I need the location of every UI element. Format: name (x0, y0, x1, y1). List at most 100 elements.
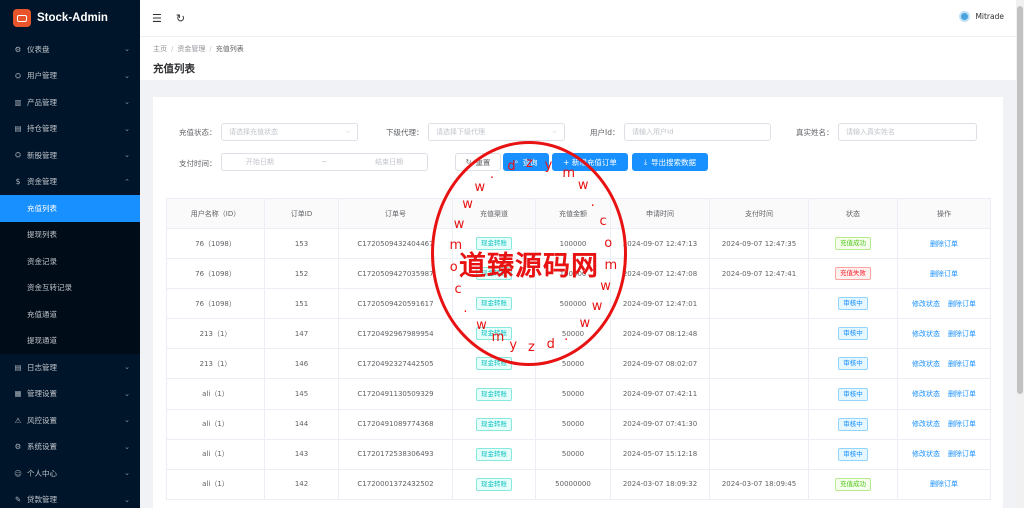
sidebar-item-chart[interactable]: ▥ 产品管理 ⌄ (0, 89, 140, 116)
search-button[interactable]: ⌕ 查询 (503, 153, 549, 171)
scrollbar-thumb[interactable] (1017, 6, 1023, 394)
sidebar-item-loan[interactable]: ✎ 贷款管理 ⌄ (0, 487, 140, 508)
export-button[interactable]: ⤓ 导出搜索数据 (632, 153, 708, 171)
realname-input[interactable]: 请输入真实姓名 (838, 123, 977, 141)
sidebar-item-dashboard[interactable]: ⚙ 仪表盘 ⌄ (0, 36, 140, 63)
order-id-cell: 152 (264, 258, 339, 290)
order-id-cell: 146 (264, 348, 339, 380)
delete-order-link[interactable]: 删除订单 (948, 330, 976, 338)
actions-cell: 删除订单 (897, 258, 991, 290)
breadcrumb-funds[interactable]: 资金管理 (177, 45, 205, 53)
end-date-placeholder: 结束日期 (375, 158, 404, 166)
user-cell: ali（1） (166, 378, 265, 410)
apply-time-cell: 2024-03-07 18:09:32 (610, 468, 710, 500)
channel-cell: 现金转账 (452, 468, 536, 500)
pay-time-cell (709, 348, 809, 380)
actions-cell: 修改状态 删除订单 (897, 378, 991, 410)
column-header: 充值渠道 (452, 198, 536, 229)
add-recharge-order-button[interactable]: + 新增充值订单 (552, 153, 628, 171)
channel-cell: 现金转账 (452, 408, 536, 440)
delete-order-link[interactable]: 删除订单 (930, 240, 958, 248)
user-cell: 213（1） (166, 318, 265, 350)
sidebar-subitem[interactable]: 资金记录 (0, 248, 140, 275)
sidebar-menu: ⚙ 仪表盘 ⌄ ⛭ 用户管理 ⌄ ▥ 产品管理 ⌄ ▤ 持仓管理 ⌄ ⛭ 新股管理 ⌄ $ 资金管理 ⌃ 充值列表提… (0, 36, 140, 508)
delete-order-link[interactable]: 删除订单 (948, 390, 976, 398)
sidebar-item-risk[interactable]: ⚠ 风控设置 ⌄ (0, 407, 140, 434)
search-button-label: 查询 (522, 157, 538, 167)
sidebar-item-money[interactable]: $ 资金管理 ⌃ (0, 169, 140, 196)
edit-status-link[interactable]: 修改状态 (912, 360, 940, 368)
delete-order-link[interactable]: 删除订单 (948, 360, 976, 368)
status-badge: 充值失败 (835, 267, 871, 281)
channel-tag: 现金转账 (476, 267, 512, 281)
breadcrumb-separator: / (209, 45, 212, 53)
edit-status-link[interactable]: 修改状态 (912, 300, 940, 308)
agent-select[interactable]: 请选择下级代理 ⌵ (428, 123, 565, 141)
order-id-cell: 144 (264, 408, 339, 440)
holding-icon: ▤ (14, 124, 22, 134)
delete-order-link[interactable]: 删除订单 (948, 420, 976, 428)
apply-time-cell: 2024-09-07 12:47:13 (610, 227, 710, 260)
status-select[interactable]: 请选择充值状态 ⌵ (221, 123, 358, 141)
userid-input[interactable]: 请输入用户Id (624, 123, 771, 141)
pay-time-cell (709, 438, 809, 470)
status-cell: 审核中 (808, 288, 898, 320)
sidebar-item-label: 风控设置 (27, 415, 57, 425)
dashboard-icon: ⚙ (14, 44, 22, 54)
sidebar-subitem[interactable]: 充值列表 (0, 195, 140, 222)
sidebar-item-holding[interactable]: ▤ 持仓管理 ⌄ (0, 116, 140, 143)
amount-cell: 100000 (535, 258, 611, 290)
channel-cell: 现金转账 (452, 318, 536, 350)
channel-tag: 现金转账 (476, 237, 512, 251)
order-no-cell: C1720491089774368 (338, 408, 453, 440)
sidebar-item-settings[interactable]: ▦ 管理设置 ⌄ (0, 381, 140, 408)
reset-button-label: 重置 (475, 157, 491, 167)
status-badge: 充值成功 (835, 477, 871, 491)
apply-time-cell: 2024-09-07 12:47:01 (610, 288, 710, 320)
channel-cell: 现金转账 (452, 438, 536, 470)
pay-time-cell: 2024-09-07 12:47:35 (709, 227, 809, 260)
apply-time-cell: 2024-09-07 08:02:07 (610, 348, 710, 380)
edit-status-link[interactable]: 修改状态 (912, 390, 940, 398)
user-menu[interactable]: Mitrade (959, 11, 1004, 22)
chevron-down-icon: ⌄ (124, 71, 130, 80)
status-cell: 充值失败 (808, 258, 898, 290)
order-no-cell: C1720492967989954 (338, 318, 453, 350)
delete-order-link[interactable]: 删除订单 (948, 300, 976, 308)
column-header: 充值金额 (535, 198, 611, 229)
refresh-icon[interactable]: ↻ (176, 12, 185, 25)
brand[interactable]: Stock-Admin (0, 0, 140, 36)
edit-status-link[interactable]: 修改状态 (912, 450, 940, 458)
breadcrumb: 主页 / 资金管理 / 充值列表 (153, 44, 1016, 54)
money-icon: $ (15, 177, 21, 187)
sidebar-subitem[interactable]: 提现列表 (0, 221, 140, 248)
edit-status-link[interactable]: 修改状态 (912, 330, 940, 338)
page-scrollbar[interactable] (1016, 0, 1024, 508)
menu-fold-icon[interactable]: ☰ (152, 12, 162, 25)
status-badge: 审核中 (838, 297, 868, 311)
delete-order-link[interactable]: 删除订单 (930, 270, 958, 278)
sidebar-item-label: 系统设置 (27, 442, 57, 452)
sidebar-item-log[interactable]: ▤ 日志管理 ⌄ (0, 354, 140, 381)
sidebar-subitem[interactable]: 提现通道 (0, 327, 140, 354)
sidebar-item-system[interactable]: ⚙ 系统设置 ⌄ (0, 434, 140, 461)
sidebar-item-ipo[interactable]: ⛭ 新股管理 ⌄ (0, 142, 140, 169)
top-header: ☰ ↻ Mitrade (140, 0, 1016, 36)
status-badge: 审核中 (838, 357, 868, 371)
channel-tag: 现金转账 (476, 477, 512, 491)
pay-time-range-picker[interactable]: 开始日期 ~ 结束日期 (221, 153, 428, 171)
sidebar-subitem[interactable]: 充值通道 (0, 301, 140, 328)
breadcrumb-home[interactable]: 主页 (153, 45, 167, 53)
sidebar-item-user[interactable]: ☺ 个人中心 ⌄ (0, 460, 140, 487)
delete-order-link[interactable]: 删除订单 (930, 480, 958, 488)
apply-time-cell: 2024-09-07 07:41:30 (610, 408, 710, 440)
channel-tag: 现金转账 (476, 357, 512, 371)
order-no-cell: C1720172538306493 (338, 438, 453, 470)
reset-button[interactable]: ↻ 重置 (455, 153, 501, 171)
sidebar-item-label: 产品管理 (27, 97, 57, 107)
sidebar-item-users[interactable]: ⛭ 用户管理 ⌄ (0, 63, 140, 90)
sidebar-subitem[interactable]: 资金互转记录 (0, 274, 140, 301)
delete-order-link[interactable]: 删除订单 (948, 450, 976, 458)
edit-status-link[interactable]: 修改状态 (912, 420, 940, 428)
avatar (959, 11, 971, 22)
